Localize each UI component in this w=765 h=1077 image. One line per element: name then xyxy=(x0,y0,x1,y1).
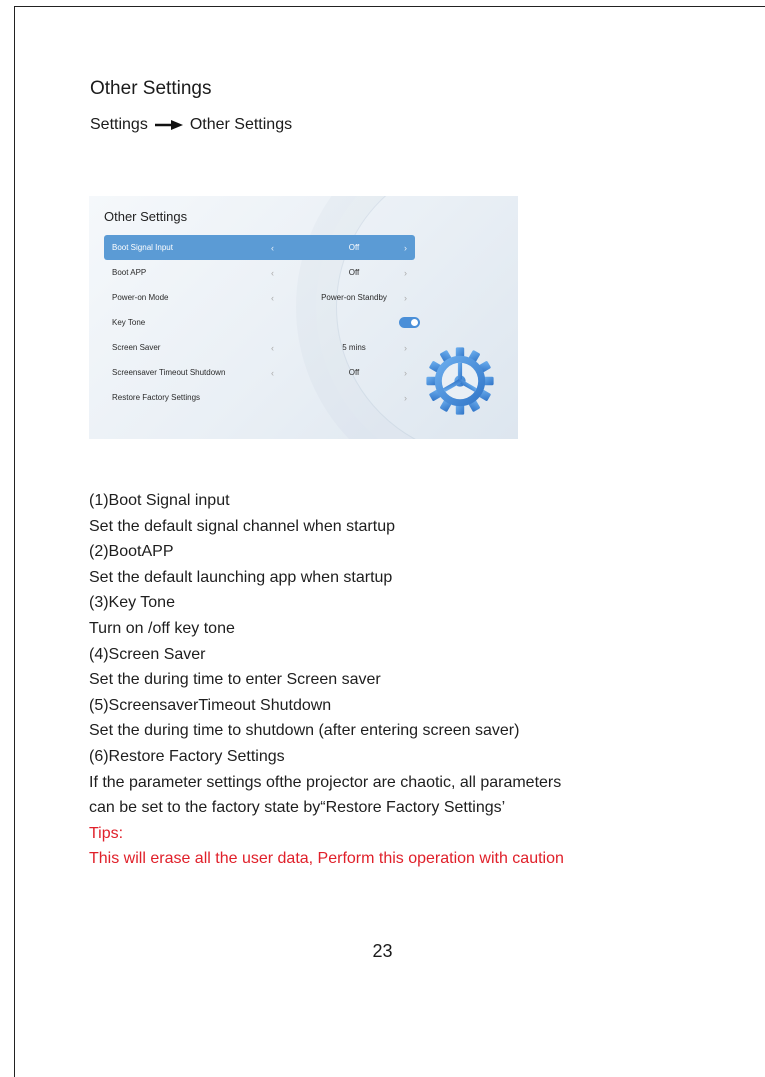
setting-label: Restore Factory Settings xyxy=(112,393,201,402)
item-description: Set the default signal channel when star… xyxy=(89,517,395,535)
key-tone-toggle[interactable] xyxy=(399,317,420,328)
item-heading: (3)Key Tone xyxy=(89,594,175,612)
item-heading: (2)BootAPP xyxy=(89,543,174,561)
chevron-right-icon[interactable]: › xyxy=(404,368,407,378)
setting-value: Off xyxy=(348,368,360,377)
item-heading: (6)Restore Factory Settings xyxy=(89,747,285,765)
page-number: 23 xyxy=(372,941,393,961)
setting-row-boot-signal-input[interactable]: Boot Signal Input ‹ Off › xyxy=(104,235,415,260)
chevron-left-icon[interactable]: ‹ xyxy=(271,368,274,378)
item-description: If the parameter settings ofthe projecto… xyxy=(89,773,562,791)
chevron-right-icon[interactable]: › xyxy=(404,393,407,403)
setting-row-key-tone[interactable]: Key Tone xyxy=(104,310,420,335)
tips-label: Tips: xyxy=(89,824,124,842)
breadcrumb: Settings Other Settings xyxy=(90,116,292,134)
item-heading: (5)ScreensaverTimeout Shutdown xyxy=(89,696,332,714)
screenshot-title: Other Settings xyxy=(104,209,188,224)
item-description: Set the during time to shutdown (after e… xyxy=(89,722,520,740)
item-description: Set the during time to enter Screen save… xyxy=(89,671,381,689)
setting-row-screen-saver[interactable]: Screen Saver ‹ 5 mins › xyxy=(104,335,415,360)
chevron-left-icon[interactable]: ‹ xyxy=(271,343,274,353)
chevron-left-icon[interactable]: ‹ xyxy=(271,243,274,253)
chevron-right-icon[interactable]: › xyxy=(404,343,407,353)
setting-label: Boot Signal Input xyxy=(112,243,173,252)
description-text: (1)Boot Signal input Set the default sig… xyxy=(89,488,564,872)
item-description: Set the default launching app when start… xyxy=(89,568,393,586)
tips-text: This will erase all the user data, Perfo… xyxy=(89,850,564,868)
gear-icon xyxy=(425,346,495,416)
item-heading: (1)Boot Signal input xyxy=(89,492,230,509)
setting-label: Power-on Mode xyxy=(112,293,169,302)
item-description: Turn on /off key tone xyxy=(89,619,235,637)
setting-value: 5 mins xyxy=(342,343,366,352)
breadcrumb-from: Settings xyxy=(90,116,148,133)
setting-row-restore-factory-settings[interactable]: Restore Factory Settings › xyxy=(104,385,415,410)
setting-value: Off xyxy=(348,243,360,252)
setting-label: Screen Saver xyxy=(112,343,161,352)
item-heading: (4)Screen Saver xyxy=(89,645,206,663)
setting-label: Boot APP xyxy=(112,268,147,277)
setting-row-screensaver-timeout-shutdown[interactable]: Screensaver Timeout Shutdown ‹ Off › xyxy=(104,360,415,385)
chevron-left-icon[interactable]: ‹ xyxy=(271,293,274,303)
setting-row-boot-app[interactable]: Boot APP ‹ Off › xyxy=(104,260,415,285)
setting-value: Off xyxy=(348,268,360,277)
setting-label: Key Tone xyxy=(112,318,146,327)
breadcrumb-to: Other Settings xyxy=(189,116,293,133)
setting-label: Screensaver Timeout Shutdown xyxy=(112,368,226,377)
chevron-left-icon[interactable]: ‹ xyxy=(271,268,274,278)
settings-screenshot: Other Settings Boot Signal Input ‹ Off ›… xyxy=(89,196,518,439)
chevron-right-icon[interactable]: › xyxy=(404,293,407,303)
section-title: Other Settings xyxy=(90,78,212,99)
item-description: can be set to the factory state by“Resto… xyxy=(89,799,506,817)
setting-value: Power-on Standby xyxy=(321,293,387,302)
chevron-right-icon[interactable]: › xyxy=(404,268,407,278)
arrow-right-icon xyxy=(154,120,183,130)
setting-row-power-on-mode[interactable]: Power-on Mode ‹ Power-on Standby › xyxy=(104,285,415,310)
chevron-right-icon[interactable]: › xyxy=(404,243,407,253)
